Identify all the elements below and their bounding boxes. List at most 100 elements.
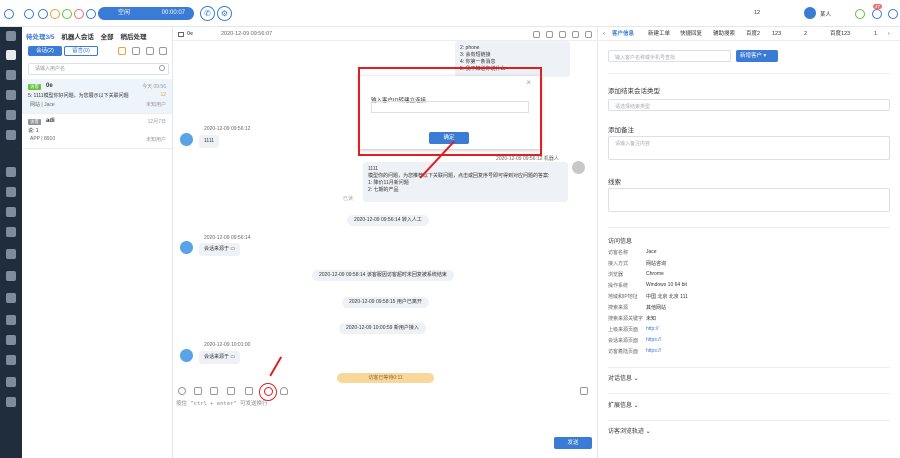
- tab-robot[interactable]: 机器人会话: [61, 34, 94, 41]
- avatar[interactable]: [804, 7, 816, 19]
- pill-messages[interactable]: 留言(0): [64, 46, 98, 56]
- sort-icon[interactable]: [146, 47, 154, 55]
- tab-baidu2[interactable]: 百度2: [746, 27, 760, 41]
- conversation-source: APP | 8910: [30, 136, 56, 142]
- tab-all[interactable]: 全部: [101, 34, 114, 41]
- search-icon[interactable]: [159, 65, 165, 71]
- tab-1[interactable]: 1: [874, 27, 877, 41]
- video-icon[interactable]: [6, 227, 16, 237]
- user-search-input[interactable]: 请输入用户名: [28, 63, 169, 75]
- folder-icon[interactable]: [210, 387, 218, 395]
- bell-icon[interactable]: [872, 9, 882, 19]
- bubble-icon[interactable]: [6, 355, 16, 365]
- chat-icon[interactable]: [6, 50, 16, 60]
- image-icon[interactable]: [194, 387, 202, 395]
- bubble-line: 模型你的问题，为您推荐以下关联问题，点击或回复序号即可得到对应问题的答案:: [368, 173, 550, 179]
- screenshot-icon[interactable]: [245, 387, 253, 395]
- section-extended-info[interactable]: 扩展信息 ⌄: [608, 400, 639, 409]
- settings-button[interactable]: ⚙: [217, 6, 232, 21]
- ticket-icon[interactable]: [6, 110, 16, 120]
- list-item[interactable]: 访客 0e 今天 09:56 5: 1111模型你好问题，为您展示以下关联问题 …: [22, 79, 172, 114]
- list-item[interactable]: 访客 adi 12月7日 说: 1 APP | 8910 未知用户: [22, 114, 172, 149]
- filter-icon[interactable]: [118, 47, 126, 55]
- contacts-icon[interactable]: [6, 90, 16, 100]
- dashboard-icon[interactable]: [6, 335, 16, 345]
- visit-info-value[interactable]: https://: [646, 337, 661, 343]
- message-icon[interactable]: [62, 9, 72, 19]
- chat-start-time: 2020-12-09 09:56:07: [221, 31, 273, 37]
- new-customer-button[interactable]: 新增客户 ▾: [736, 50, 778, 62]
- menu-icon[interactable]: [24, 9, 34, 19]
- session-type-select[interactable]: 请选择结束类型: [608, 99, 890, 111]
- message-text: 会话来源于: [204, 354, 230, 360]
- volume-icon[interactable]: [38, 9, 48, 19]
- transfer-icon[interactable]: [559, 31, 566, 38]
- user-icon[interactable]: [572, 31, 579, 38]
- signal-icon[interactable]: [6, 207, 16, 217]
- visit-info-key: 接入方式: [608, 261, 629, 267]
- visitor-avatar: [180, 241, 193, 254]
- user-icon[interactable]: [86, 9, 96, 19]
- menu-list-icon[interactable]: [6, 130, 16, 140]
- power-icon[interactable]: [585, 31, 592, 38]
- bell-icon[interactable]: [280, 387, 288, 395]
- clue-input[interactable]: [608, 188, 890, 212]
- close-circle-icon[interactable]: [74, 9, 84, 19]
- message-input[interactable]: 按住 "ctrl + enter" 可发送换行: [176, 399, 267, 407]
- conversation-preview: 5: 1111模型你好问题，为您展示以下关联问题: [28, 93, 129, 99]
- video-icon[interactable]: [227, 387, 235, 395]
- customer-search-input[interactable]: 输入客户名称或手机号查找: [608, 50, 731, 62]
- section-dialog-info[interactable]: 对话信息 ⌄: [608, 373, 639, 382]
- phone-button[interactable]: ✆: [200, 6, 215, 21]
- refresh-icon[interactable]: [132, 47, 140, 55]
- bubble-line: 4: 你第一条消息: [460, 59, 496, 65]
- grid-icon[interactable]: [580, 387, 588, 395]
- screen-icon[interactable]: [6, 293, 16, 303]
- status-selector[interactable]: 空闲 00:00:07: [98, 7, 194, 20]
- document-icon[interactable]: [6, 167, 16, 177]
- remark-input[interactable]: 请输入备注内容: [608, 136, 890, 160]
- share-icon[interactable]: [546, 31, 553, 38]
- mail-icon[interactable]: [50, 9, 60, 19]
- gear-icon[interactable]: [6, 397, 16, 407]
- tab-2[interactable]: 2: [804, 27, 807, 41]
- visit-info-value: Chrome: [646, 271, 664, 277]
- compass-icon[interactable]: [6, 377, 16, 387]
- robot-avatar: [572, 161, 585, 174]
- section-visitor-trail[interactable]: 访客浏览轨迹 ⌄: [608, 426, 651, 435]
- group-icon[interactable]: [6, 249, 16, 259]
- tab-baidu123[interactable]: 百度123: [830, 27, 850, 41]
- tab-123[interactable]: 123: [772, 27, 781, 41]
- monitor-icon[interactable]: [6, 271, 16, 281]
- tab-quick-reply[interactable]: 快捷回复: [680, 27, 702, 41]
- shield-icon[interactable]: [6, 315, 16, 325]
- power-icon[interactable]: [888, 9, 898, 19]
- link-icon[interactable]: ▭: [230, 246, 235, 252]
- top-bar: 空闲 00:00:07 ✆ ⚙ 12 某人 47: [0, 0, 900, 27]
- visit-info-key: 地域和IP地址: [608, 294, 638, 300]
- tab-later[interactable]: 稍后处理: [120, 34, 146, 41]
- visit-info-value: Windows 10 64 bit: [646, 282, 687, 288]
- tab-pending[interactable]: 待处理3/5: [26, 34, 55, 41]
- visit-info-value[interactable]: https://: [646, 348, 661, 354]
- stats-icon[interactable]: [6, 187, 16, 197]
- visitor-message: 会话来源于 ▭: [199, 351, 241, 364]
- monitor-icon: [178, 32, 184, 37]
- emoji-icon[interactable]: [178, 387, 186, 395]
- inbox-icon[interactable]: [6, 70, 16, 80]
- visit-info-value[interactable]: http://: [646, 326, 659, 332]
- send-button[interactable]: 发送: [554, 437, 592, 449]
- tab-assist-search[interactable]: 辅助搜索: [713, 27, 735, 41]
- list-icon[interactable]: [159, 47, 167, 55]
- pill-sessions[interactable]: 会话(2): [28, 46, 62, 56]
- clock-icon[interactable]: [533, 31, 540, 38]
- source-tag: 访客: [28, 119, 41, 125]
- tab-arrow-right[interactable]: ›: [888, 27, 890, 41]
- visit-info-value: 其他网站: [646, 305, 667, 311]
- phone-icon[interactable]: [6, 31, 16, 41]
- tab-customer-info[interactable]: 客户信息: [612, 27, 634, 41]
- link-icon[interactable]: ▭: [230, 354, 235, 360]
- left-sidebar: [0, 27, 22, 458]
- tab-new-ticket[interactable]: 新建工单: [648, 27, 670, 41]
- conversation-time: 今天 09:56: [142, 84, 166, 90]
